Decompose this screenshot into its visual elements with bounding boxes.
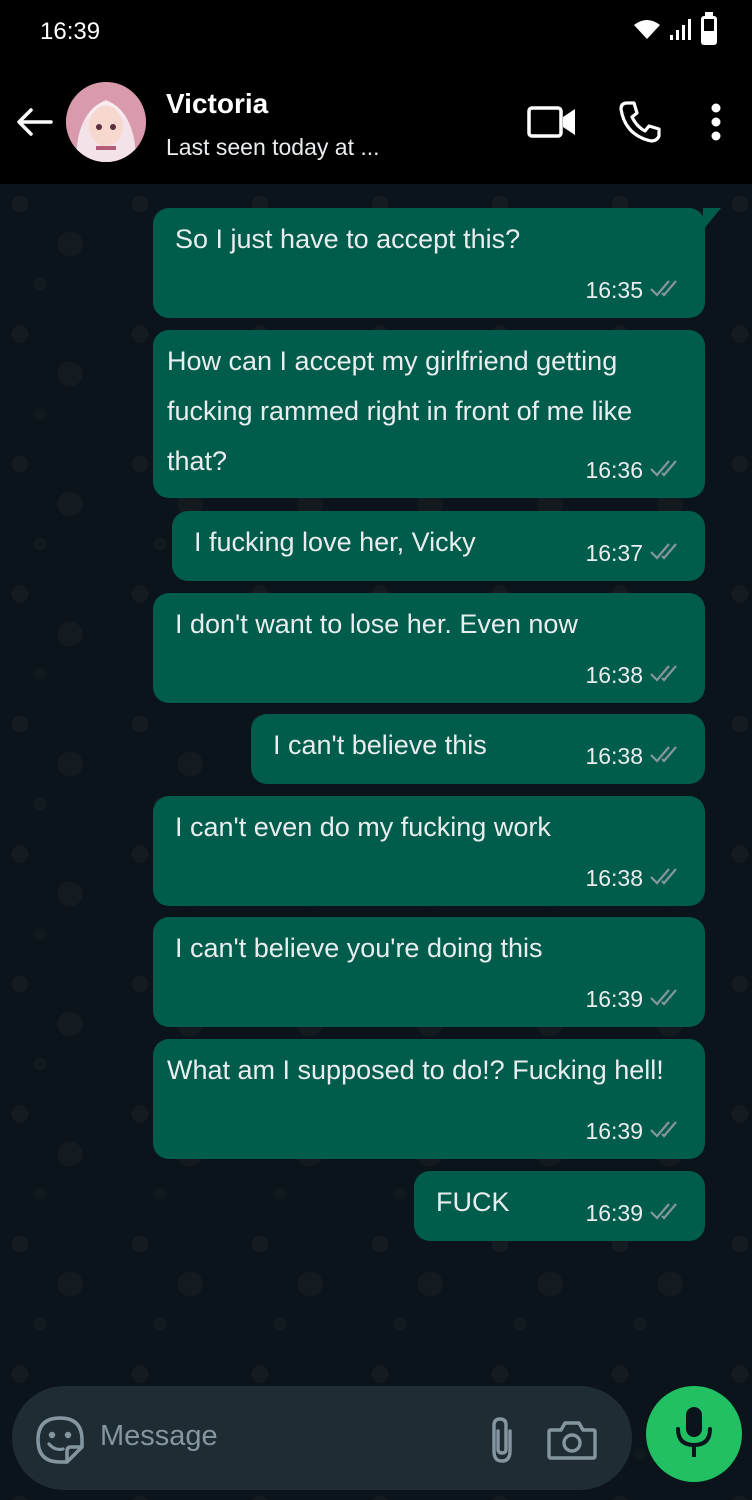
last-seen-status[interactable]: Last seen today at ...: [166, 134, 380, 161]
signal-icon: [668, 17, 694, 46]
video-call-icon[interactable]: [524, 94, 580, 150]
message-bubble[interactable]: I can't believe you're doing this 16:39: [153, 917, 705, 1027]
status-time: 16:39: [40, 18, 101, 45]
chat-header: Victoria Last seen today at ...: [0, 64, 752, 184]
mic-icon: [674, 1405, 714, 1464]
message-meta: 16:37: [585, 540, 683, 567]
double-check-icon: [649, 986, 683, 1013]
message-time: 16:39: [585, 1200, 643, 1226]
message-bubble[interactable]: I fucking love her, Vicky 16:37: [172, 511, 705, 581]
message-bubble[interactable]: How can I accept my girlfriend getting f…: [153, 330, 705, 498]
double-check-icon: [649, 277, 683, 304]
message-meta: 16:38: [585, 662, 683, 689]
double-check-icon: [649, 662, 683, 689]
double-check-icon: [649, 865, 683, 892]
message-input[interactable]: Message: [100, 1420, 218, 1453]
double-check-icon: [649, 743, 683, 770]
message-time: 16:37: [585, 540, 643, 566]
message-bubble[interactable]: What am I supposed to do!? Fucking hell!…: [153, 1039, 705, 1159]
message-meta: 16:38: [585, 865, 683, 892]
message-time: 16:39: [585, 1118, 643, 1144]
phone-icon[interactable]: [612, 94, 668, 150]
camera-icon[interactable]: [542, 1412, 602, 1468]
message-bubble[interactable]: I can't even do my fucking work 16:38: [153, 796, 705, 906]
contact-name[interactable]: Victoria: [166, 88, 268, 120]
message-meta: 16:35: [585, 277, 683, 304]
message-time: 16:38: [585, 865, 643, 891]
message-meta: 16:36: [585, 457, 683, 484]
message-text: I can't believe you're doing this: [175, 933, 543, 963]
message-time: 16:36: [585, 457, 643, 483]
double-check-icon: [649, 540, 683, 567]
message-meta: 16:39: [585, 986, 683, 1013]
double-check-icon: [649, 1118, 683, 1145]
message-text: What am I supposed to do!? Fucking hell!: [167, 1055, 664, 1085]
chat-area[interactable]: So I just have to accept this? 16:35 How…: [0, 184, 752, 1500]
avatar[interactable]: [66, 82, 146, 162]
sticker-icon[interactable]: [34, 1414, 86, 1466]
message-text: So I just have to accept this?: [175, 224, 521, 254]
message-time: 16:39: [585, 986, 643, 1012]
message-meta: 16:39: [585, 1118, 683, 1145]
double-check-icon: [649, 457, 683, 484]
mic-button[interactable]: [646, 1386, 742, 1482]
attach-icon[interactable]: [480, 1412, 524, 1468]
battery-icon: [700, 11, 718, 51]
more-vert-icon[interactable]: [688, 94, 744, 150]
status-icons: [632, 11, 718, 51]
message-meta: 16:39: [585, 1200, 683, 1227]
message-text: I can't even do my fucking work: [175, 812, 551, 842]
status-bar: 16:39: [0, 0, 752, 64]
message-time: 16:38: [585, 662, 643, 688]
message-bubble[interactable]: I can't believe this 16:38: [251, 714, 705, 784]
wifi-icon: [632, 17, 662, 46]
message-bubble[interactable]: FUCK 16:39: [414, 1171, 705, 1241]
message-time: 16:38: [585, 743, 643, 769]
message-time: 16:35: [585, 277, 643, 303]
double-check-icon: [649, 1200, 683, 1227]
message-bubble[interactable]: So I just have to accept this? 16:35: [153, 208, 721, 318]
bubble-tail: [703, 208, 721, 230]
back-arrow-icon[interactable]: [14, 102, 54, 142]
message-input-bar[interactable]: Message: [12, 1386, 632, 1490]
message-meta: 16:38: [585, 743, 683, 770]
message-bubble[interactable]: I don't want to lose her. Even now 16:38: [153, 593, 705, 703]
message-text: I don't want to lose her. Even now: [175, 609, 578, 639]
